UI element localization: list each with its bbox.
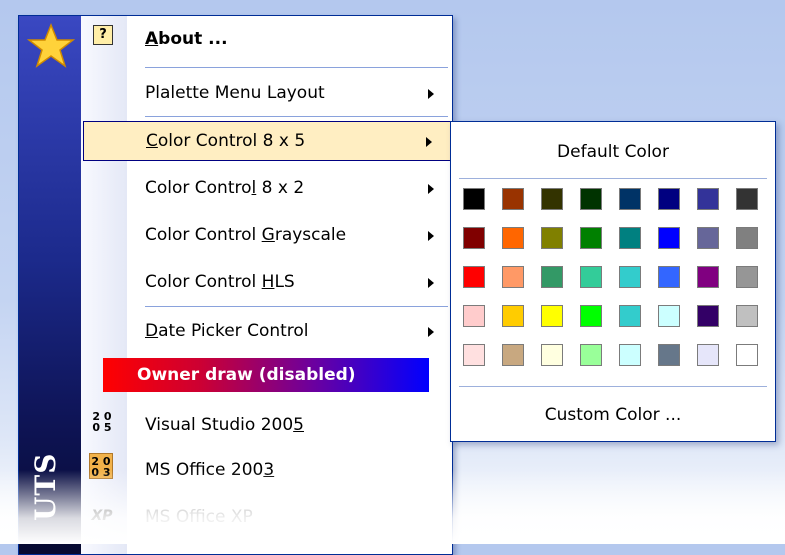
submenu-arrow-icon — [428, 89, 434, 99]
color-swatch[interactable] — [463, 227, 485, 249]
color-swatch[interactable] — [736, 305, 758, 327]
menu-item-label: Plalette Menu Layout — [145, 83, 325, 103]
color-swatch[interactable] — [736, 227, 758, 249]
menu-item-label: MS Office 2003 — [145, 460, 275, 480]
default-color-button[interactable]: Default Color — [451, 142, 775, 162]
color-swatch[interactable] — [580, 344, 602, 366]
menu-item-about[interactable]: About ... — [127, 25, 452, 65]
menu-item-ms-office-2003[interactable]: MS Office 2003 — [127, 451, 452, 491]
custom-color-button[interactable]: Custom Color ... — [451, 405, 775, 425]
color-swatch[interactable] — [619, 305, 641, 327]
color-swatch[interactable] — [541, 305, 563, 327]
menu-item-label: Color Control 8 x 2 — [145, 178, 305, 198]
color-swatch[interactable] — [502, 266, 524, 288]
help-icon: ? — [93, 25, 113, 45]
color-swatch[interactable] — [658, 344, 680, 366]
menu-item-label: Visual Studio 2005 — [145, 415, 304, 435]
menu-separator — [145, 306, 448, 307]
office2003-icon: 2 00 3 — [89, 453, 113, 479]
color-swatch[interactable] — [697, 227, 719, 249]
color-swatch[interactable] — [541, 266, 563, 288]
color-swatch[interactable] — [619, 344, 641, 366]
color-swatch[interactable] — [619, 227, 641, 249]
color-swatch[interactable] — [658, 266, 680, 288]
menu-item-date-picker[interactable]: Date Picker Control — [127, 312, 452, 352]
color-swatch[interactable] — [736, 188, 758, 210]
color-swatch[interactable] — [736, 266, 758, 288]
color-swatch[interactable] — [580, 227, 602, 249]
menu-item-label: Color Control 8 x 5 — [146, 131, 306, 151]
color-swatch[interactable] — [463, 188, 485, 210]
menu-item-ms-office-xp[interactable]: MS Office XP — [127, 498, 452, 538]
color-swatch[interactable] — [580, 188, 602, 210]
submenu-arrow-icon — [428, 278, 434, 288]
menu-item-label: Owner draw (disabled) — [137, 365, 356, 385]
color-swatch[interactable] — [697, 188, 719, 210]
menu-item-color-control-grayscale[interactable]: Color Control Grayscale — [127, 216, 452, 256]
palette-separator — [459, 386, 767, 387]
color-swatch[interactable] — [502, 344, 524, 366]
sidebar-brand-text: UTS — [29, 452, 62, 521]
color-swatch[interactable] — [697, 305, 719, 327]
color-swatch[interactable] — [502, 188, 524, 210]
color-swatch[interactable] — [541, 344, 563, 366]
vs2005-icon: 2 00 5 — [92, 410, 112, 434]
menu-item-label: Color Control HLS — [145, 272, 295, 292]
submenu-arrow-icon — [426, 137, 432, 147]
menu-item-color-control-8x5[interactable]: Color Control 8 x 5 — [83, 121, 451, 161]
submenu-arrow-icon — [428, 231, 434, 241]
office-xp-icon: XP — [91, 508, 113, 524]
menu-item-label: MS Office XP — [145, 507, 253, 527]
color-swatch[interactable] — [463, 305, 485, 327]
color-swatch[interactable] — [541, 227, 563, 249]
menu-item-label: Date Picker Control — [145, 321, 309, 341]
color-palette-popup: Default Color Custom Color ... — [450, 121, 776, 442]
submenu-arrow-icon — [428, 184, 434, 194]
color-swatch[interactable] — [541, 188, 563, 210]
submenu-arrow-icon — [428, 327, 434, 337]
menu-item-color-control-hls[interactable]: Color Control HLS — [127, 263, 452, 303]
color-swatch[interactable] — [736, 344, 758, 366]
color-swatch[interactable] — [658, 188, 680, 210]
color-swatch[interactable] — [502, 305, 524, 327]
color-swatch[interactable] — [463, 266, 485, 288]
menu-item-color-control-8x2[interactable]: Color Control 8 x 2 — [127, 169, 452, 209]
color-swatch[interactable] — [502, 227, 524, 249]
color-swatch[interactable] — [580, 266, 602, 288]
color-swatch[interactable] — [697, 266, 719, 288]
menu-sidebar: UTS — [19, 16, 81, 554]
context-menu: UTS ? About ... Plalette Menu Layout Col… — [18, 15, 453, 555]
menu-separator — [145, 67, 448, 68]
menu-item-label: About ... — [145, 29, 228, 49]
color-swatch[interactable] — [697, 344, 719, 366]
color-swatch[interactable] — [580, 305, 602, 327]
color-swatch[interactable] — [619, 188, 641, 210]
color-swatch-grid — [463, 188, 758, 366]
color-swatch[interactable] — [463, 344, 485, 366]
color-swatch[interactable] — [619, 266, 641, 288]
star-icon — [27, 22, 75, 68]
palette-separator — [459, 178, 767, 179]
menu-item-owner-draw: Owner draw (disabled) — [103, 358, 429, 392]
menu-separator — [145, 116, 448, 117]
menu-item-visual-studio-2005[interactable]: Visual Studio 2005 — [127, 406, 452, 446]
menu-item-label: Color Control Grayscale — [145, 225, 347, 245]
color-swatch[interactable] — [658, 227, 680, 249]
color-swatch[interactable] — [658, 305, 680, 327]
menu-item-palette-layout[interactable]: Plalette Menu Layout — [127, 74, 452, 114]
